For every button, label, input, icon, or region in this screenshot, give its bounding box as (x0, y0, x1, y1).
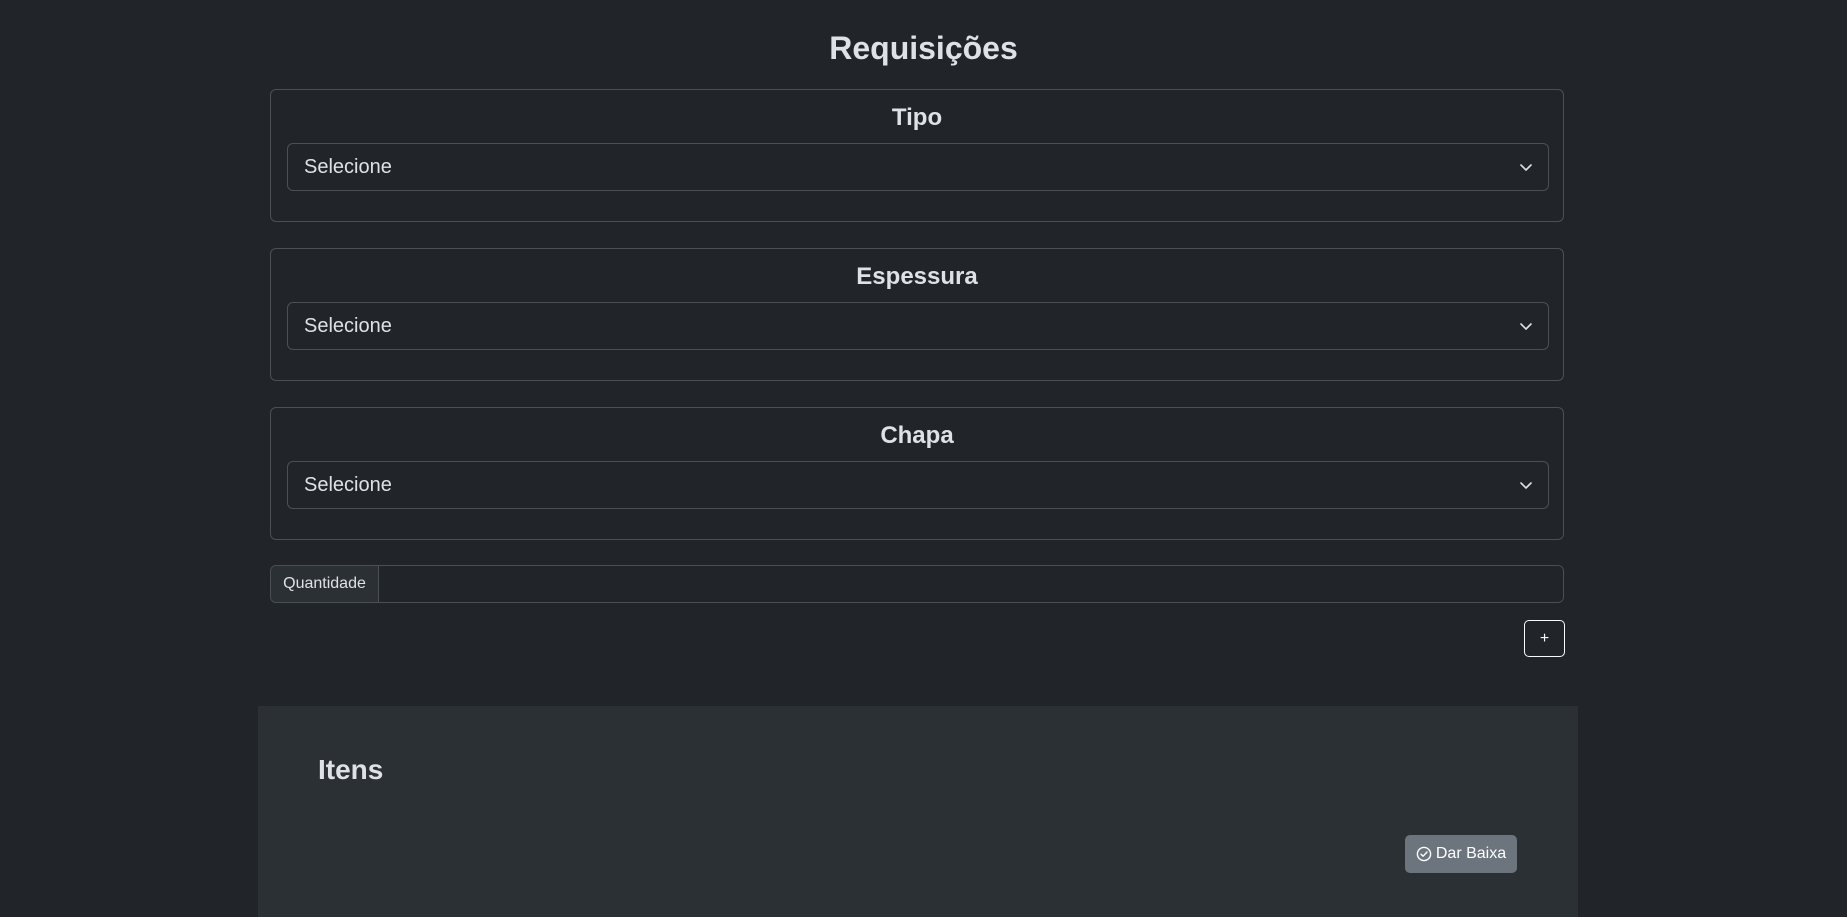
page-title: Requisições (829, 30, 1018, 66)
tipo-select[interactable]: Selecione (287, 143, 1549, 191)
chevron-down-icon (1520, 482, 1532, 489)
items-title: Itens (318, 754, 384, 785)
espessura-card: Espessura Selecione (270, 248, 1564, 381)
tipo-select-value: Selecione (304, 156, 392, 178)
items-panel: Itens Dar Baixa (258, 706, 1578, 917)
dar-baixa-button[interactable]: Dar Baixa (1405, 835, 1517, 873)
dar-baixa-label: Dar Baixa (1435, 845, 1507, 862)
chapa-card: Chapa Selecione (270, 407, 1564, 540)
tipo-card: Tipo Selecione (270, 89, 1564, 222)
chapa-label: Chapa (880, 422, 954, 449)
chapa-select[interactable]: Selecione (287, 461, 1549, 509)
quantity-label: Quantidade (271, 566, 379, 602)
quantity-input-group: Quantidade (270, 565, 1564, 603)
chapa-select-value: Selecione (304, 474, 392, 496)
chevron-down-icon (1520, 323, 1532, 330)
chevron-down-icon (1520, 164, 1532, 171)
quantity-input[interactable] (379, 566, 1563, 602)
add-item-button[interactable]: + (1524, 620, 1565, 657)
espessura-select-value: Selecione (304, 315, 392, 337)
tipo-label: Tipo (891, 104, 943, 131)
check-circle-icon (1416, 846, 1432, 862)
espessura-select[interactable]: Selecione (287, 302, 1549, 350)
espessura-label: Espessura (856, 263, 978, 290)
